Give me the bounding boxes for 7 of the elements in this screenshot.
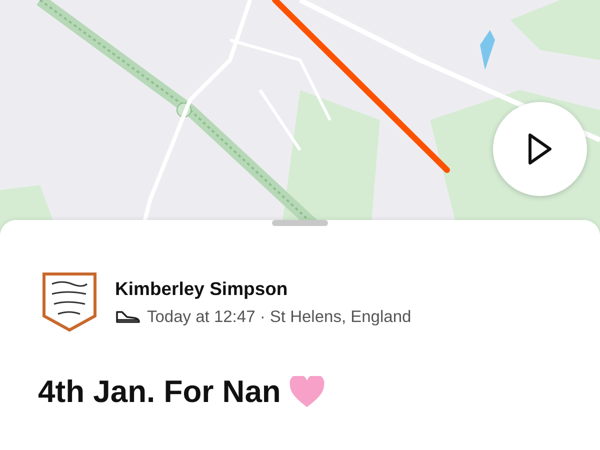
play-icon [527, 132, 553, 166]
activity-meta: Today at 12:47 · St Helens, England [147, 308, 412, 326]
heart-icon [288, 376, 325, 408]
shoe-icon [115, 310, 141, 324]
drag-handle[interactable] [272, 220, 328, 226]
activity-title: 4th Jan. For Nan [38, 374, 281, 410]
athlete-name[interactable]: Kimberley Simpson [115, 278, 412, 300]
